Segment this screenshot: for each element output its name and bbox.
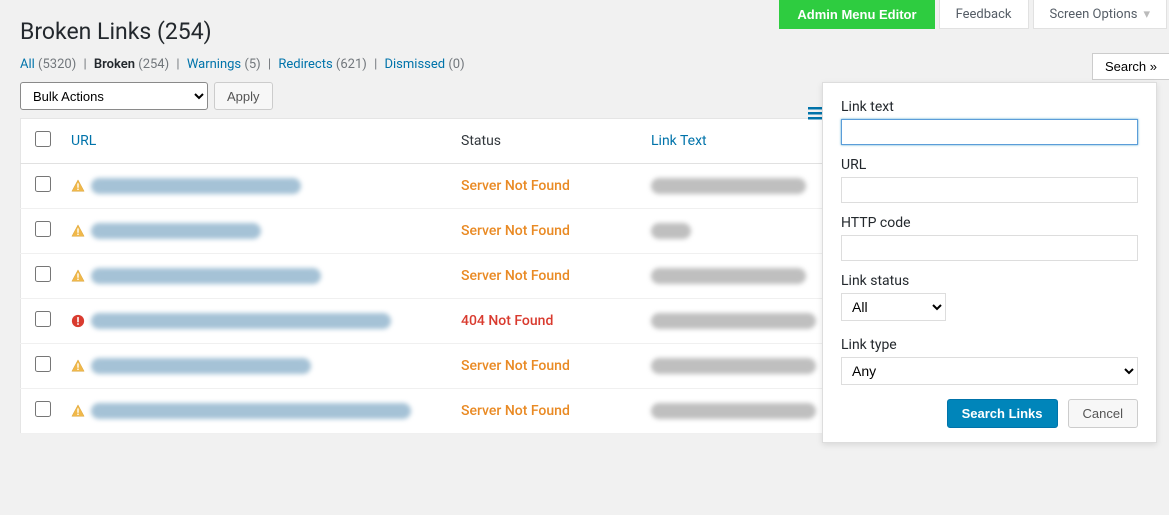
row-status: Server Not Found xyxy=(461,268,570,284)
feedback-button[interactable]: Feedback xyxy=(939,0,1029,29)
warning-icon xyxy=(71,224,85,238)
row-url[interactable] xyxy=(91,268,321,284)
filter-dismissed-count: (0) xyxy=(448,57,464,72)
row-status: Server Not Found xyxy=(461,403,570,419)
search-httpcode-input[interactable] xyxy=(841,235,1138,261)
screen-options-button[interactable]: Screen Options ▾ xyxy=(1033,0,1168,29)
search-linktext-input[interactable] xyxy=(841,119,1138,145)
error-icon xyxy=(71,314,85,328)
search-button[interactable]: Search » xyxy=(1092,53,1169,80)
row-checkbox[interactable] xyxy=(35,356,51,372)
row-checkbox[interactable] xyxy=(35,266,51,282)
filter-broken-count: (254) xyxy=(138,57,169,72)
search-linktype-label: Link type xyxy=(841,337,1138,353)
row-checkbox[interactable] xyxy=(35,311,51,327)
row-checkbox[interactable] xyxy=(35,221,51,237)
warning-icon xyxy=(71,359,85,373)
apply-button[interactable]: Apply xyxy=(214,82,273,110)
row-url[interactable] xyxy=(91,358,311,374)
search-url-input[interactable] xyxy=(841,177,1138,203)
page-title-text: Broken Links xyxy=(20,18,151,45)
admin-menu-editor-button[interactable]: Admin Menu Editor xyxy=(779,0,934,29)
row-linktext xyxy=(651,268,806,284)
view-list-icon[interactable] xyxy=(808,107,822,120)
filter-all[interactable]: All xyxy=(20,57,35,72)
row-status: 404 Not Found xyxy=(461,313,553,329)
select-all-checkbox[interactable] xyxy=(35,131,51,147)
warning-icon xyxy=(71,404,85,418)
warning-icon xyxy=(71,269,85,283)
filter-redirects[interactable]: Redirects xyxy=(278,57,332,72)
row-url[interactable] xyxy=(91,223,261,239)
search-panel: Link text URL HTTP code Link status All … xyxy=(822,82,1157,443)
filter-tabs: All (5320) | Broken (254) | Warnings (5)… xyxy=(20,57,1149,72)
search-linktype-select[interactable]: Any xyxy=(841,357,1138,385)
row-linktext xyxy=(651,313,816,329)
row-linktext xyxy=(651,403,816,419)
filter-redirects-count: (621) xyxy=(336,57,367,72)
row-linktext xyxy=(651,178,806,194)
top-bar: Admin Menu Editor Feedback Screen Option… xyxy=(779,0,1169,29)
filter-dismissed[interactable]: Dismissed xyxy=(384,57,445,72)
search-linkstatus-select[interactable]: All xyxy=(841,293,946,321)
col-linktext-header[interactable]: Link Text xyxy=(651,133,707,149)
search-linktext-label: Link text xyxy=(841,99,1138,115)
warning-icon xyxy=(71,179,85,193)
filter-warnings[interactable]: Warnings xyxy=(187,57,241,72)
bulk-actions-select[interactable]: Bulk Actions xyxy=(20,82,208,110)
search-linkstatus-label: Link status xyxy=(841,273,1138,289)
col-url-header[interactable]: URL xyxy=(71,133,96,149)
row-linktext xyxy=(651,358,816,374)
row-url[interactable] xyxy=(91,313,391,329)
filter-broken[interactable]: Broken xyxy=(94,57,135,72)
search-url-label: URL xyxy=(841,157,1138,173)
row-status: Server Not Found xyxy=(461,223,570,239)
col-status-header: Status xyxy=(461,133,501,149)
row-checkbox[interactable] xyxy=(35,176,51,192)
page-title-count: (254) xyxy=(157,18,212,45)
search-links-submit[interactable]: Search Links xyxy=(947,399,1058,428)
search-cancel-button[interactable]: Cancel xyxy=(1068,399,1138,428)
row-url[interactable] xyxy=(91,403,411,419)
filter-all-count: (5320) xyxy=(38,57,76,72)
screen-options-label: Screen Options xyxy=(1050,7,1138,22)
caret-down-icon: ▾ xyxy=(1143,7,1150,22)
row-linktext xyxy=(651,223,691,239)
row-checkbox[interactable] xyxy=(35,401,51,417)
row-status: Server Not Found xyxy=(461,178,570,194)
row-status: Server Not Found xyxy=(461,358,570,374)
row-url[interactable] xyxy=(91,178,301,194)
filter-warnings-count: (5) xyxy=(244,57,260,72)
search-httpcode-label: HTTP code xyxy=(841,215,1138,231)
